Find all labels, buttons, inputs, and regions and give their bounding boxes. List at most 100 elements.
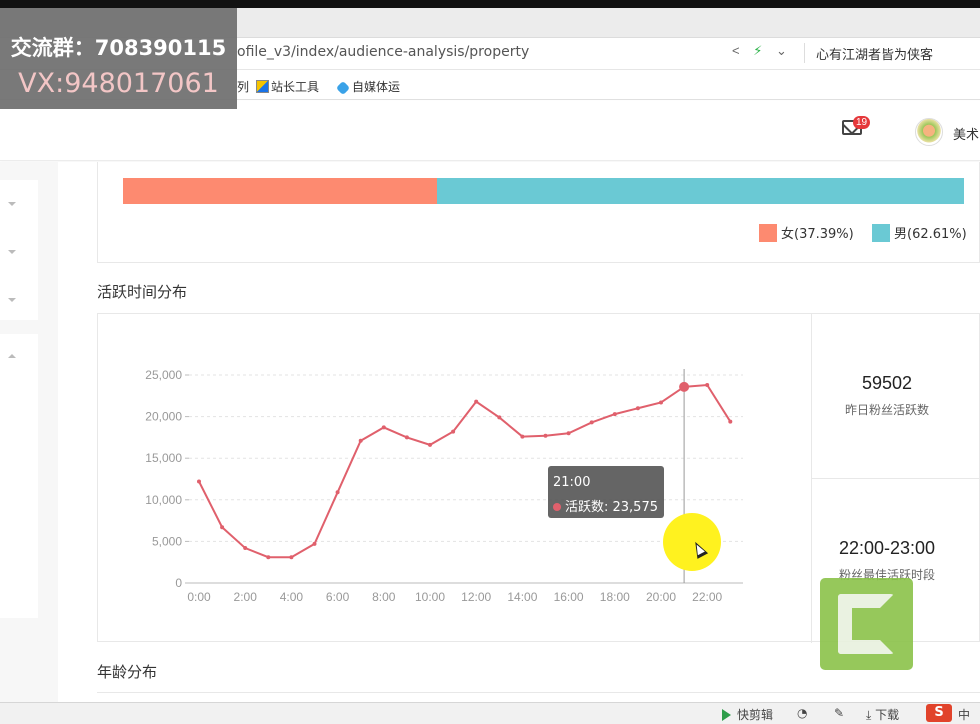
- data-point: [659, 400, 663, 405]
- data-point: [381, 425, 386, 430]
- bookmark-label: 站长工具: [271, 80, 320, 94]
- activity-section-title: 活跃时间分布: [97, 283, 188, 301]
- x-tick-label: 18:00: [600, 590, 630, 604]
- x-tick-label: 16:00: [554, 590, 584, 604]
- best-active-period-value: 22:00-23:00: [838, 538, 936, 558]
- sidebar-panel-bottom: [0, 334, 38, 618]
- chevron-down-icon[interactable]: [8, 298, 16, 302]
- play-icon: [722, 709, 731, 721]
- female-swatch: [759, 224, 777, 242]
- recorder-logo-icon: [820, 578, 913, 670]
- recorder-logo-glyph: [838, 594, 894, 654]
- status-bar: 快剪辑 ◔ ✎ ⤓ 下载 S 中: [0, 702, 980, 724]
- data-point: [404, 435, 409, 440]
- gender-distribution-card: 女(37.39%) 男(62.61%): [97, 162, 980, 263]
- avatar[interactable]: [915, 118, 943, 146]
- download-icon: ⤓: [866, 708, 872, 722]
- lightning-icon[interactable]: ⚡: [753, 43, 762, 58]
- legend-female-label: 女(37.39%): [781, 227, 854, 242]
- tooltip-value: 活跃数: 23,575: [565, 500, 658, 515]
- highlighted-point: [679, 381, 690, 392]
- sidebar-panel-top: [0, 180, 38, 320]
- mail-count-badge: 19: [853, 116, 871, 129]
- x-tick-label: 12:00: [461, 590, 491, 604]
- data-point: [243, 546, 248, 551]
- username[interactable]: 美术: [953, 124, 979, 143]
- activity-line-chart[interactable]: 0 5,000 10,000 15,000 20,000 25,000 0:00 2:00 4:…: [98, 314, 810, 641]
- y-tick-label: 15,000: [145, 451, 182, 465]
- data-point: [266, 555, 271, 560]
- data-point: [220, 525, 225, 530]
- data-point: [566, 431, 571, 436]
- male-bar[interactable]: [437, 178, 964, 204]
- data-point: [612, 412, 617, 417]
- url-text[interactable]: ofile_v3/index/audience-analysis/propert…: [237, 44, 529, 60]
- x-tick-label: 2:00: [234, 590, 258, 604]
- data-point: [474, 399, 479, 404]
- bookmark-webmaster-tools[interactable]: 站长工具: [256, 78, 319, 95]
- tooltip-value-row: 活跃数: 23,575: [553, 496, 658, 515]
- data-point: [451, 429, 456, 434]
- ime-mode[interactable]: 中: [958, 706, 970, 723]
- address-bar-icons: < ⚡ ⌄: [732, 43, 797, 59]
- bookmark-item[interactable]: 列: [237, 78, 249, 95]
- data-point: [705, 382, 710, 387]
- y-tick-label: 5,000: [152, 534, 182, 548]
- webmaster-tools-icon: [256, 80, 269, 93]
- data-point: [497, 415, 502, 420]
- male-swatch: [872, 224, 890, 242]
- app-header: 19 美术: [0, 101, 980, 161]
- broom-icon[interactable]: ✎: [834, 706, 844, 720]
- yesterday-active-label: 昨日粉丝活跃数: [844, 403, 929, 417]
- x-tick-label: 14:00: [507, 590, 537, 604]
- chevron-down-icon[interactable]: [8, 202, 16, 206]
- data-point: [197, 479, 201, 484]
- y-tick-label: 0: [175, 576, 182, 590]
- y-tick-label: 20,000: [145, 410, 182, 424]
- browser-profile-name[interactable]: 心有江湖者皆为侠客: [816, 44, 933, 63]
- share-icon[interactable]: <: [732, 43, 740, 58]
- chart-tooltip: 21:00 活跃数: 23,575: [548, 466, 664, 518]
- data-point: [428, 442, 432, 447]
- data-point: [520, 434, 525, 439]
- female-bar[interactable]: [123, 178, 437, 204]
- data-point: [589, 420, 594, 425]
- media-ops-icon: [335, 80, 351, 96]
- age-section-title: 年龄分布: [97, 663, 158, 681]
- x-tick-label: 6:00: [326, 590, 350, 604]
- chevron-down-icon[interactable]: ⌄: [776, 43, 787, 58]
- data-point: [358, 438, 363, 443]
- download-item[interactable]: ⤓ 下载: [866, 706, 899, 723]
- data-point: [289, 555, 294, 560]
- data-point: [543, 433, 548, 438]
- chevron-down-icon[interactable]: [8, 250, 16, 254]
- y-tick-label: 25,000: [145, 368, 182, 382]
- data-point: [335, 490, 340, 495]
- sogou-ime-icon[interactable]: S: [926, 704, 952, 722]
- watermark-wechat-id: VX:948017061: [18, 68, 219, 99]
- bookmark-label: 自媒体运: [352, 80, 401, 94]
- legend-male[interactable]: 男(62.61%): [872, 223, 967, 242]
- x-tick-label: 4:00: [280, 590, 304, 604]
- yesterday-active-value: 59502: [861, 373, 913, 393]
- x-tick-label: 0:00: [187, 590, 211, 604]
- data-point: [312, 541, 317, 546]
- chevron-up-icon[interactable]: [8, 354, 16, 358]
- cursor-highlight: [663, 513, 721, 571]
- bookmark-media-ops[interactable]: 自媒体运: [335, 78, 401, 96]
- watermark-group-number: 交流群：708390115: [10, 36, 227, 60]
- legend-female[interactable]: 女(37.39%): [759, 223, 854, 242]
- stat-divider: [812, 478, 980, 479]
- age-section-divider: [97, 692, 980, 693]
- quick-edit-label: 快剪辑: [737, 708, 774, 722]
- x-tick-label: 10:00: [415, 590, 445, 604]
- data-point: [728, 419, 733, 424]
- quick-edit-item[interactable]: 快剪辑: [722, 706, 773, 723]
- y-tick-label: 10,000: [145, 493, 182, 507]
- watermark-overlay: 交流群：708390115 VX:948017061: [0, 8, 237, 109]
- x-tick-label: 20:00: [646, 590, 676, 604]
- x-tick-label: 8:00: [372, 590, 396, 604]
- address-bar-divider: [804, 43, 805, 63]
- data-point: [635, 406, 640, 411]
- speed-icon[interactable]: ◔: [797, 706, 807, 720]
